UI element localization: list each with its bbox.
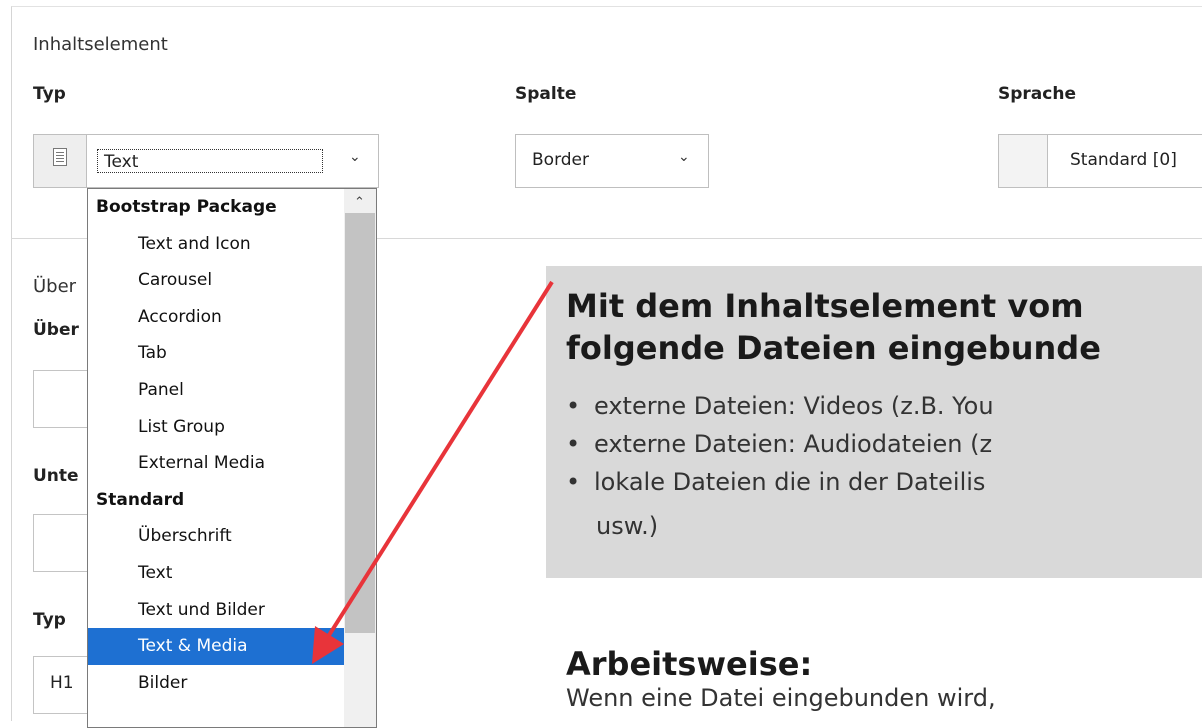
arrow-head xyxy=(312,626,344,664)
red-arrow-annotation xyxy=(312,280,554,664)
arrow-line xyxy=(324,280,554,642)
